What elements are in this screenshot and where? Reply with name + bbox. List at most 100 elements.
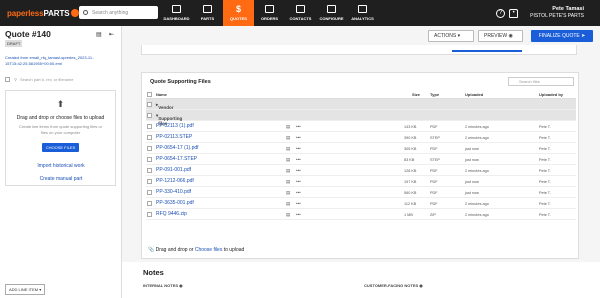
files-search-input[interactable]: Search files: [508, 77, 574, 86]
group-row-supporting-files[interactable]: ▾ Supporting files: [146, 110, 576, 126]
file-row[interactable]: PP-1212-066.pdf ▤ ••• 197 KB PDF just now Pete…: [146, 176, 576, 187]
more-options-icon[interactable]: •••: [296, 146, 301, 151]
group-checkbox[interactable]: [147, 113, 152, 118]
file-row[interactable]: PP-091-001.pdf ▤ ••• 128 KB PDF 2 minutes ago…: [146, 165, 576, 176]
part-search-input[interactable]: Search part #, rev, or filename: [20, 77, 74, 82]
group-row-vendor-quotes[interactable]: ▸ Vendor quotes: [146, 99, 576, 115]
created-from-link[interactable]: Created from email_rfq_tamasi-spredes_20…: [5, 55, 117, 67]
add-line-item-button[interactable]: ADD LINE ITEM ▾: [5, 284, 46, 295]
file-uploaded: 2 minutes ago: [465, 135, 489, 140]
choose-files-link[interactable]: Choose files: [195, 247, 223, 253]
line-items-sidebar: Quote #140 DRAFT ▤ ⇤ Created from email_…: [0, 26, 122, 298]
nav-parts[interactable]: PARTS: [192, 0, 223, 26]
file-name-link[interactable]: PP-1212-066.pdf: [156, 178, 194, 184]
file-uploaded: just now: [465, 157, 479, 162]
quotes-icon: $: [235, 4, 241, 14]
file-action-icon[interactable]: ▤: [286, 190, 290, 196]
files-dropzone[interactable]: 📎 Drag and drop or Choose files to uploa…: [148, 247, 244, 253]
file-row[interactable]: PP-330-410.pdf ▤ ••• 560 KB PDF just now Pete …: [146, 187, 576, 198]
choose-files-button[interactable]: CHOOSE FILES: [41, 143, 80, 152]
collapse-sidebar-icon[interactable]: ⇤: [109, 31, 114, 38]
user-menu[interactable]: Pete Tamasi PISTOL PETE'S PARTS: [530, 6, 584, 20]
global-search-input[interactable]: Search anything: [79, 6, 158, 19]
select-all-files-checkbox[interactable]: [147, 92, 152, 97]
file-uploaded: 2 minutes ago: [465, 201, 489, 206]
file-checkbox[interactable]: [147, 157, 152, 162]
file-name-link[interactable]: PP-091-001.pdf: [156, 167, 191, 173]
import-historical-link[interactable]: Import historical work: [0, 163, 122, 169]
document-icon[interactable]: ▤: [96, 31, 102, 38]
more-options-icon[interactable]: •••: [296, 135, 301, 140]
supporting-files-card: Quote Supporting Files Search files Name…: [141, 72, 579, 259]
nav-configure[interactable]: CONFIGURE: [316, 0, 347, 26]
nav-orders[interactable]: ORDERS: [254, 0, 285, 26]
orders-icon: [265, 5, 274, 13]
file-uploaded-by: Pete T.: [539, 168, 551, 173]
file-name-link[interactable]: PP-0654-17 (1).pdf: [156, 145, 199, 151]
preview-button[interactable]: PREVIEW ◉: [478, 30, 523, 42]
file-action-icon[interactable]: ▤: [286, 157, 290, 163]
finalize-quote-button[interactable]: FINALIZE QUOTE ➤: [531, 30, 593, 42]
file-type: PDF: [430, 146, 438, 151]
file-row[interactable]: PP-02113 (1).pdf ▤ ••• 143 KB PDF 2 minutes a…: [146, 121, 576, 132]
file-size: 1 MB: [404, 212, 413, 217]
nav-analytics[interactable]: ANALYTICS: [347, 0, 378, 26]
file-name-link[interactable]: PP-330-410.pdf: [156, 189, 191, 195]
actions-button[interactable]: ACTIONS ▾: [428, 30, 474, 42]
more-options-icon[interactable]: •••: [296, 201, 301, 206]
more-options-icon[interactable]: •••: [296, 179, 301, 184]
customer-notes-label: CUSTOMER-FACING NOTES ◉: [364, 283, 423, 288]
file-action-icon[interactable]: ▤: [286, 201, 290, 207]
file-row[interactable]: PP-3635-001.pdf ▤ ••• 112 KB PDF 2 minutes ag…: [146, 198, 576, 209]
upload-dropzone[interactable]: ⬆ Drag and drop or choose files to uploa…: [5, 90, 116, 186]
file-row[interactable]: RFQ 9446.zip ▤ ••• 1 MB ZIP 2 minutes ago Pete…: [146, 209, 576, 220]
eye-icon: ◉: [508, 33, 513, 39]
nav-contacts[interactable]: CONTACTS: [285, 0, 316, 26]
file-type: STEP: [430, 135, 440, 140]
upload-arrow-icon: ⬆: [56, 99, 65, 109]
file-type: PDF: [430, 201, 438, 206]
file-action-icon[interactable]: ▤: [286, 179, 290, 185]
file-row[interactable]: PP-02113.STEP ▤ ••• 390 KB STEP 2 minutes ago…: [146, 132, 576, 143]
more-options-icon[interactable]: •••: [296, 124, 301, 129]
more-options-icon[interactable]: •••: [296, 157, 301, 162]
file-checkbox[interactable]: [147, 135, 152, 140]
file-checkbox[interactable]: [147, 124, 152, 129]
help-icon[interactable]: ?: [496, 8, 506, 18]
notifications-bell-icon[interactable]: •: [509, 8, 519, 18]
file-checkbox[interactable]: [147, 168, 152, 173]
file-row[interactable]: PP-0654-17.STEP ▤ ••• 83 KB STEP just now Pete…: [146, 154, 576, 165]
file-name-link[interactable]: PP-3635-001.pdf: [156, 200, 194, 206]
nav-dashboard[interactable]: DASHBOARD: [161, 0, 192, 26]
file-action-icon[interactable]: ▤: [286, 168, 290, 174]
app-logo[interactable]: paperless PARTS: [7, 9, 79, 18]
more-options-icon[interactable]: •••: [296, 190, 301, 195]
file-uploaded: just now: [465, 190, 479, 195]
files-table-header: Name Size Type Uploaded Uploaded by: [146, 90, 576, 99]
nav-quotes[interactable]: $ QUOTES: [223, 0, 254, 26]
more-options-icon[interactable]: •••: [296, 212, 301, 217]
file-name-link[interactable]: PP-0654-17.STEP: [156, 156, 197, 162]
file-action-icon[interactable]: ▤: [286, 146, 290, 152]
file-checkbox[interactable]: [147, 212, 152, 217]
file-checkbox[interactable]: [147, 146, 152, 151]
file-name-link[interactable]: PP-02113 (1).pdf: [156, 123, 194, 129]
group-checkbox[interactable]: [147, 102, 152, 107]
file-uploaded-by: Pete T.: [539, 201, 551, 206]
select-all-checkbox[interactable]: [5, 76, 10, 82]
file-checkbox[interactable]: [147, 179, 152, 184]
quote-title: Quote #140: [5, 29, 51, 39]
eye-off-icon: ◉: [179, 283, 183, 288]
top-nav-bar: paperless PARTS Search anything DASHBOARD…: [0, 0, 600, 26]
file-action-icon[interactable]: ▤: [286, 124, 290, 130]
file-action-icon[interactable]: ▤: [286, 212, 290, 218]
more-options-icon[interactable]: •••: [296, 168, 301, 173]
file-checkbox[interactable]: [147, 201, 152, 206]
file-checkbox[interactable]: [147, 190, 152, 195]
create-manual-part-link[interactable]: Create manual part: [0, 176, 122, 182]
file-type: PDF: [430, 168, 438, 173]
file-row[interactable]: PP-0654-17 (1).pdf ▤ ••• 305 KB PDF just now P…: [146, 143, 576, 154]
file-name-link[interactable]: RFQ 9446.zip: [156, 211, 187, 217]
file-action-icon[interactable]: ▤: [286, 135, 290, 141]
file-name-link[interactable]: PP-02113.STEP: [156, 134, 192, 140]
